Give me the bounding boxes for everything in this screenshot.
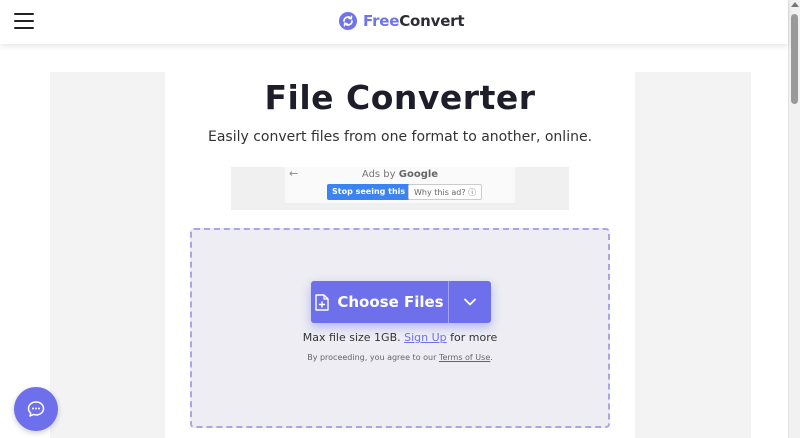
ad-container: ← Ads by Google Stop seeing this ad Why … [231, 167, 569, 210]
scrollbar-thumb[interactable] [791, 14, 798, 104]
logo-text-convert: Convert [399, 12, 465, 30]
source-dropdown-toggle[interactable] [449, 281, 491, 323]
terms-of-use-link[interactable]: Terms of Use [439, 353, 490, 362]
terms-note: By proceeding, you agree to our Terms of… [192, 353, 608, 362]
max-size-suffix: for more [446, 331, 498, 344]
logo-text: FreeConvert [363, 12, 465, 30]
hamburger-menu-icon[interactable] [14, 13, 34, 29]
right-ad-rail [635, 72, 751, 438]
choose-files-button[interactable]: Choose Files [311, 281, 491, 323]
ad-feedback-panel: ← Ads by Google Stop seeing this ad Why … [285, 167, 515, 203]
chat-button[interactable] [14, 387, 58, 431]
max-size-text: Max file size 1GB. [302, 331, 405, 344]
page-scrollbar[interactable] [788, 0, 800, 438]
google-brand-label: Google [398, 169, 439, 180]
page-title: File Converter [264, 78, 536, 117]
logo-text-free: Free [363, 12, 400, 30]
terms-prefix: By proceeding, you agree to our [307, 353, 439, 362]
ads-by-google-label: Ads by Google [285, 169, 515, 180]
scroll-up-arrow-icon[interactable] [791, 2, 799, 7]
left-ad-rail [50, 72, 165, 438]
choose-files-main[interactable]: Choose Files [311, 281, 448, 323]
file-dropzone[interactable]: Choose Files Max file size 1GB. Sign Up … [190, 228, 610, 428]
chevron-down-icon [464, 298, 476, 306]
freeconvert-logo[interactable]: FreeConvert [339, 12, 465, 30]
top-header: FreeConvert [0, 0, 788, 44]
chat-bubble-icon [27, 401, 45, 417]
file-add-icon [315, 293, 330, 311]
sign-up-link[interactable]: Sign Up [404, 331, 447, 344]
terms-suffix: . [490, 353, 493, 362]
freeconvert-logo-icon [339, 12, 357, 30]
page-subtitle: Easily convert files from one format to … [207, 129, 593, 145]
choose-files-label: Choose Files [337, 293, 444, 311]
why-this-ad-button[interactable]: Why this ad? ⓘ [408, 184, 483, 200]
max-file-size-note: Max file size 1GB. Sign Up for more [192, 331, 608, 344]
ads-by-label: Ads by [361, 169, 399, 180]
